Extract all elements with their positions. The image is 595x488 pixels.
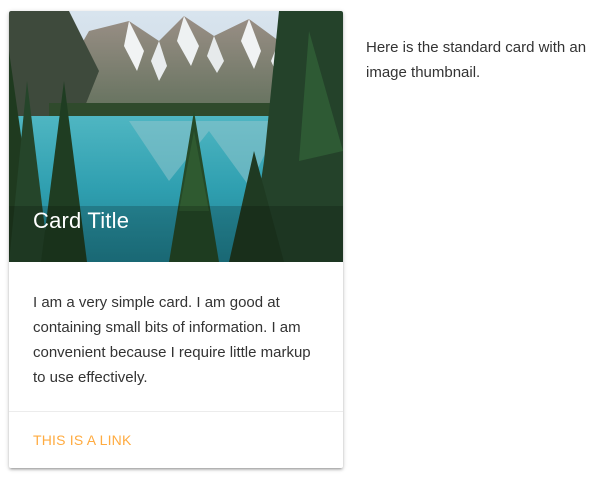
card-content-text: I am a very simple card. I am good at co…: [33, 294, 311, 386]
card-action-link[interactable]: This is a link: [33, 432, 132, 448]
description-text: Here is the standard card with an image …: [366, 39, 587, 81]
card-action: This is a link: [9, 411, 343, 468]
card-content: I am a very simple card. I am good at co…: [9, 262, 343, 411]
card-title: Card Title: [33, 208, 130, 233]
card: Card Title I am a very simple card. I am…: [9, 11, 343, 468]
card-image: Card Title: [9, 11, 343, 262]
